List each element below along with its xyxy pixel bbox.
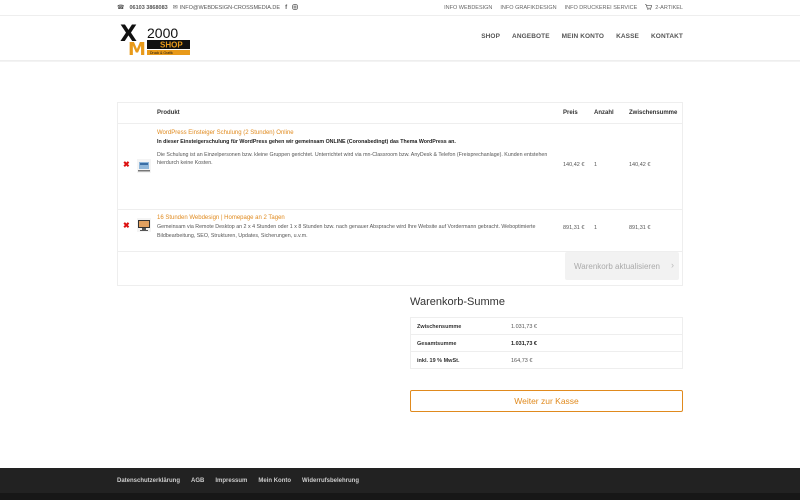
product-name-link[interactable]: WordPress Einsteiger Schulung (2 Stunden… bbox=[157, 130, 294, 136]
facebook-icon[interactable]: f bbox=[285, 5, 287, 11]
site-logo[interactable]: X M 2000 SHOP Druck & Grafik bbox=[120, 21, 192, 57]
svg-text:Druck & Grafik: Druck & Grafik bbox=[150, 51, 173, 55]
item-quantity[interactable]: 1 bbox=[594, 225, 597, 231]
remove-item-icon[interactable]: ✖ bbox=[123, 160, 130, 169]
update-cart-label: Warenkorb aktualisieren bbox=[574, 261, 660, 271]
main-nav: SHOP ANGEBOTE MEIN KONTO KASSE KONTAKT bbox=[481, 33, 683, 40]
mail-icon: ✉ bbox=[172, 5, 178, 11]
totals-row-total: Gesamtsumme 1.031,73 € bbox=[411, 335, 682, 352]
footer-link-agb[interactable]: AGB bbox=[191, 478, 204, 484]
top-link-webdesign[interactable]: INFO WEBDESIGN bbox=[444, 5, 492, 11]
nav-mein-konto[interactable]: MEIN KONTO bbox=[562, 33, 604, 40]
item-subtotal: 140,42 € bbox=[629, 162, 651, 168]
top-link-druckerei[interactable]: INFO DRUCKEREI SERVICE bbox=[565, 5, 638, 11]
cart-icon bbox=[645, 4, 653, 12]
nav-kasse[interactable]: KASSE bbox=[616, 33, 639, 40]
top-links: INFO WEBDESIGN INFO GRAFIKDESIGN INFO DR… bbox=[444, 4, 683, 12]
footer-link-impressum[interactable]: Impressum bbox=[215, 478, 247, 484]
top-link-grafikdesign[interactable]: INFO GRAFIKDESIGN bbox=[500, 5, 556, 11]
product-description-bold: In dieser Einsteigerschulung für WordPre… bbox=[157, 139, 456, 145]
totals-value: 1.031,73 € bbox=[511, 341, 537, 347]
footer-menu: Datenschutzerklärung AGB Impressum Mein … bbox=[117, 478, 359, 484]
cart-table: Produkt Preis Anzahl Zwischensumme ✖ Wor… bbox=[117, 102, 683, 286]
item-subtotal: 891,31 € bbox=[629, 225, 651, 231]
top-bar: ☎ 06103 3868083 ✉ INFO@WEBDESIGN-CROSSME… bbox=[0, 0, 800, 16]
contact-info: ☎ 06103 3868083 ✉ INFO@WEBDESIGN-CROSSME… bbox=[117, 4, 298, 12]
email-address[interactable]: INFO@WEBDESIGN-CROSSMEDIA.DE bbox=[180, 5, 280, 11]
product-description: Gemeinsam via Remote Desktop an 2 x 4 St… bbox=[157, 223, 552, 240]
nav-shop[interactable]: SHOP bbox=[481, 33, 500, 40]
totals-row-tax: inkl. 19 % MwSt. 164,73 € bbox=[411, 352, 682, 369]
footer-link-widerruf[interactable]: Widerrufsbelehrung bbox=[302, 478, 359, 484]
main-header: X M 2000 SHOP Druck & Grafik SHOP ANGEBO… bbox=[0, 16, 800, 61]
totals-row-subtotal: Zwischensumme 1.031,73 € bbox=[411, 318, 682, 335]
col-header-qty: Anzahl bbox=[594, 110, 614, 116]
cart-table-header: Produkt Preis Anzahl Zwischensumme bbox=[118, 103, 682, 124]
totals-label: Zwischensumme bbox=[417, 324, 462, 330]
footer-link-mein-konto[interactable]: Mein Konto bbox=[258, 478, 291, 484]
item-quantity[interactable]: 1 bbox=[594, 162, 597, 168]
nav-angebote[interactable]: ANGEBOTE bbox=[512, 33, 550, 40]
col-header-price: Preis bbox=[563, 110, 578, 116]
product-description: In dieser Einsteigerschulung für WordPre… bbox=[157, 138, 552, 168]
svg-text:M: M bbox=[128, 39, 146, 57]
cart-row: ✖ 16 Stunden Webdesign | Homepage an 2 T… bbox=[118, 210, 682, 252]
cart-count[interactable]: 2-ARTIKEL bbox=[655, 5, 683, 11]
product-thumbnail[interactable] bbox=[137, 218, 151, 232]
svg-text:2000: 2000 bbox=[147, 25, 178, 41]
remove-item-icon[interactable]: ✖ bbox=[123, 221, 130, 230]
cart-totals-title: Warenkorb-Summe bbox=[410, 296, 505, 308]
totals-label: Gesamtsumme bbox=[417, 341, 457, 347]
totals-value: 164,73 € bbox=[511, 358, 533, 364]
totals-value: 1.031,73 € bbox=[511, 324, 537, 330]
col-header-product: Produkt bbox=[157, 110, 180, 116]
footer-bottom-bar bbox=[0, 493, 800, 500]
footer-link-datenschutz[interactable]: Datenschutzerklärung bbox=[117, 478, 180, 484]
nav-kontakt[interactable]: KONTAKT bbox=[651, 33, 683, 40]
svg-text:SHOP: SHOP bbox=[160, 41, 183, 50]
phone-icon: ☎ bbox=[117, 5, 125, 11]
cart-link[interactable]: 2-ARTIKEL bbox=[645, 4, 683, 12]
cart-row: ✖ WordPress Einsteiger Schulung (2 Stund… bbox=[118, 124, 682, 210]
item-price: 140,42 € bbox=[563, 162, 585, 168]
product-description-text: Gemeinsam via Remote Desktop an 2 x 4 St… bbox=[157, 224, 536, 239]
col-header-subtotal: Zwischensumme bbox=[629, 110, 678, 116]
chevron-right-icon: › bbox=[671, 260, 674, 270]
product-description-text: Die Schulung ist an Einzelpersonen bzw. … bbox=[157, 151, 548, 167]
item-price: 891,31 € bbox=[563, 225, 585, 231]
totals-label: inkl. 19 % MwSt. bbox=[417, 358, 460, 364]
phone-number[interactable]: 06103 3868083 bbox=[129, 5, 167, 11]
update-cart-button[interactable]: Warenkorb aktualisieren › bbox=[565, 252, 679, 280]
product-name-link[interactable]: 16 Stunden Webdesign | Homepage an 2 Tag… bbox=[157, 215, 285, 221]
email-link[interactable]: ✉ INFO@WEBDESIGN-CROSSMEDIA.DE bbox=[173, 5, 280, 11]
proceed-to-checkout-button[interactable]: Weiter zur Kasse bbox=[410, 390, 683, 412]
instagram-icon[interactable] bbox=[292, 4, 298, 12]
cart-totals-table: Zwischensumme 1.031,73 € Gesamtsumme 1.0… bbox=[410, 317, 683, 369]
product-thumbnail[interactable] bbox=[137, 159, 151, 173]
